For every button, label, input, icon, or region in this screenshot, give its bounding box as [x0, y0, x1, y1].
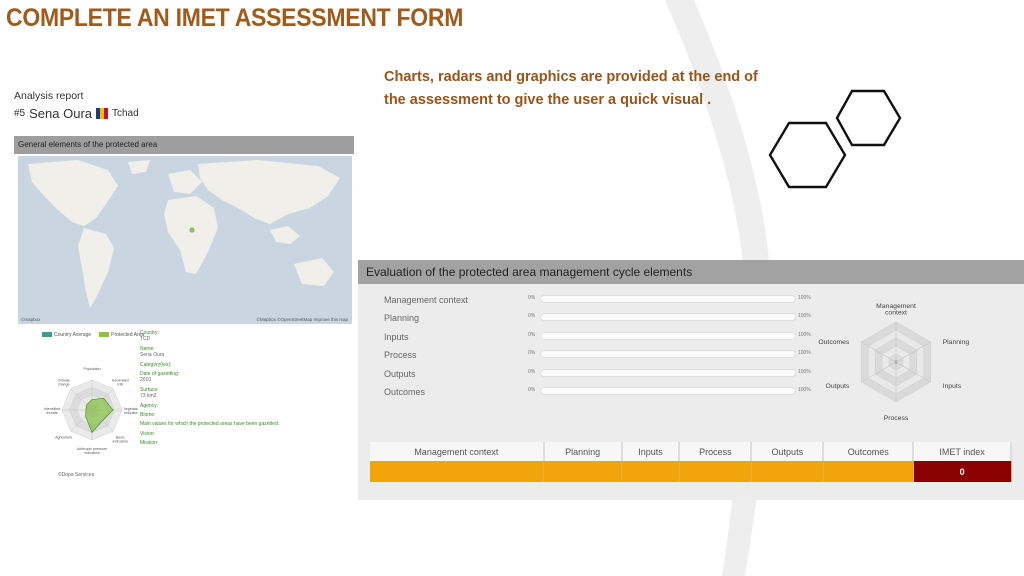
evaluation-row-max: 100%	[798, 368, 811, 375]
score-header-cell: Planning	[543, 442, 623, 461]
score-header-cell: Management context	[370, 442, 545, 461]
score-header-cell: Inputs	[621, 442, 681, 461]
evaluation-row-label: Planning	[384, 313, 420, 324]
legend-protected-area: Protected Area	[99, 332, 144, 338]
report-number: #5	[14, 108, 26, 119]
radar-axis-label: Planning	[943, 339, 970, 346]
analysis-report-screenshot: Analysis report #5 Sena Oura Tchad Gener…	[14, 90, 354, 502]
score-cell	[370, 461, 545, 482]
score-header-cell: IMET index	[913, 442, 1012, 461]
management-cycle-radar: 0 Management context Planning Inputs Process O…	[818, 303, 970, 422]
map-logo: ©mapbox	[21, 317, 41, 322]
progress-track	[540, 313, 796, 322]
chad-flag-icon	[96, 108, 108, 119]
evaluation-row-min: 0%	[528, 313, 536, 320]
world-map-icon	[18, 156, 352, 324]
evaluation-row-min: 0%	[528, 387, 536, 393]
evaluation-row-max: 100%	[798, 387, 811, 393]
legend-protected-swatch	[99, 332, 110, 338]
small-radar-label: Basic indicators	[113, 435, 129, 443]
report-country: Tchad	[112, 108, 139, 119]
evaluation-row: Outcomes 0% 100%	[384, 387, 811, 401]
evaluation-row: Planning 0% 100%	[384, 313, 811, 327]
evaluation-row-max: 100%	[798, 313, 811, 320]
score-cell	[621, 461, 680, 482]
world-map[interactable]: ©mapbox ©Mapbox ©OpenStreetMap Improve t…	[18, 156, 352, 324]
progress-track	[540, 387, 796, 395]
radar-axis-label: Inputs	[943, 383, 962, 390]
evaluation-row-label: Process	[384, 350, 417, 361]
evaluation-row-max: 100%	[798, 350, 811, 357]
radar-center-label: 0	[895, 360, 898, 366]
imet-index-value: 0	[913, 461, 1012, 482]
evaluation-row: Outputs 0% 100%	[384, 368, 811, 383]
small-radar-label: Anthropic pressure indicators	[77, 447, 107, 455]
report-section-band: General elements of the protected area	[14, 136, 354, 154]
small-radar-label: Agriculture	[55, 435, 72, 439]
small-radar-label: Population	[84, 367, 101, 371]
radar-axis-label: Outputs	[826, 383, 850, 390]
score-cell	[751, 461, 824, 482]
evaluation-row-label: Outputs	[384, 368, 416, 379]
score-header-cell: Process	[679, 442, 753, 461]
radar-legend: Country Average Protected Area	[42, 332, 144, 338]
caption-text: Charts, radars and graphics are provided…	[384, 69, 758, 108]
slide-title: COMPLETE AN IMET ASSESSMENT FORM	[6, 4, 464, 32]
evaluation-row: Inputs 0% 100%	[384, 331, 811, 346]
small-radar-label: Generated KIE	[112, 379, 129, 387]
evaluation-row-max: 100%	[798, 331, 811, 338]
report-area-heading: #5 Sena Oura Tchad	[14, 106, 139, 121]
evaluation-row-min: 0%	[528, 331, 536, 338]
evaluation-row: Management context 0% 100%	[384, 295, 811, 309]
radar-axis-label: Management context	[876, 303, 916, 317]
score-cell	[823, 461, 914, 482]
legend-country-swatch	[42, 332, 52, 338]
score-cell	[543, 461, 623, 482]
evaluation-row-label: Inputs	[384, 331, 409, 342]
radar-axis-label: Process	[884, 415, 909, 422]
report-title: Analysis report	[14, 90, 84, 102]
map-credit: ©Mapbox ©OpenStreetMap Improve this map	[256, 317, 348, 322]
legend-country-average: Country Average	[42, 332, 91, 338]
hexagon-decoration-icon	[768, 89, 902, 189]
info-gap	[140, 447, 350, 450]
imet-score-table: Management context Planning Inputs Process O…	[370, 442, 1012, 482]
score-cell	[679, 461, 752, 482]
report-copyright: ©Dopa Services	[58, 472, 95, 478]
evaluation-row: Process 0% 100%	[384, 350, 811, 364]
progress-track	[540, 368, 796, 377]
evaluation-row-max: 100%	[798, 295, 811, 301]
report-area-name: Sena Oura	[29, 106, 92, 121]
evaluation-row-min: 0%	[528, 368, 536, 375]
small-radar-label: Intensified threats	[44, 407, 60, 415]
protected-area-info: Country: TCD Name: Sena Oura Category(ies): D…	[140, 330, 350, 450]
evaluation-row-label: Management context	[384, 295, 469, 305]
small-radar-label: Vegetationindicators	[124, 407, 139, 415]
small-radar-chart: Population GeneratedKIE Vegetationindicato…	[44, 367, 139, 455]
evaluation-panel: Evaluation of the protected area managem…	[358, 260, 1024, 500]
progress-track	[540, 295, 796, 303]
radar-axis-label: Outcomes	[818, 339, 850, 346]
score-header-cell: Outputs	[751, 442, 825, 461]
progress-track	[540, 331, 796, 340]
score-header-cell: Outcomes	[823, 442, 915, 461]
evaluation-title: Evaluation of the protected area managem…	[358, 260, 1024, 284]
progress-track	[540, 350, 796, 359]
evaluation-row-label: Outcomes	[384, 387, 426, 397]
evaluation-row-min: 0%	[528, 295, 536, 301]
small-radar-label: Climate change	[58, 379, 70, 387]
evaluation-row-min: 0%	[528, 350, 536, 357]
